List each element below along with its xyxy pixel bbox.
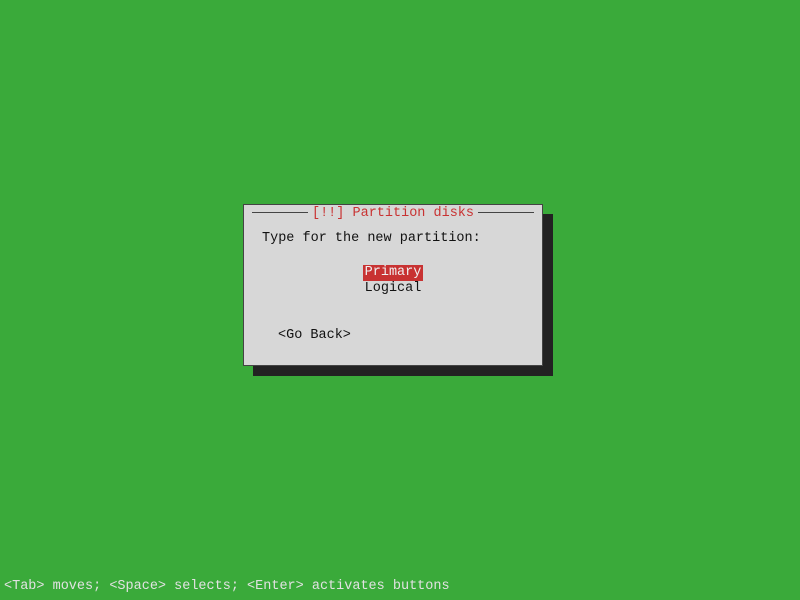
partition-type-dialog: [!!] Partition disks Type for the new pa… (243, 204, 543, 366)
keyboard-hint: <Tab> moves; <Space> selects; <Enter> ac… (4, 579, 450, 594)
partition-type-options: Primary Logical (244, 265, 542, 297)
go-back-button[interactable]: <Go Back> (278, 328, 351, 343)
option-primary[interactable]: Primary (363, 265, 424, 281)
option-logical[interactable]: Logical (363, 281, 424, 297)
dialog-prompt: Type for the new partition: (262, 231, 481, 246)
dialog-title: [!!] Partition disks (308, 206, 478, 221)
